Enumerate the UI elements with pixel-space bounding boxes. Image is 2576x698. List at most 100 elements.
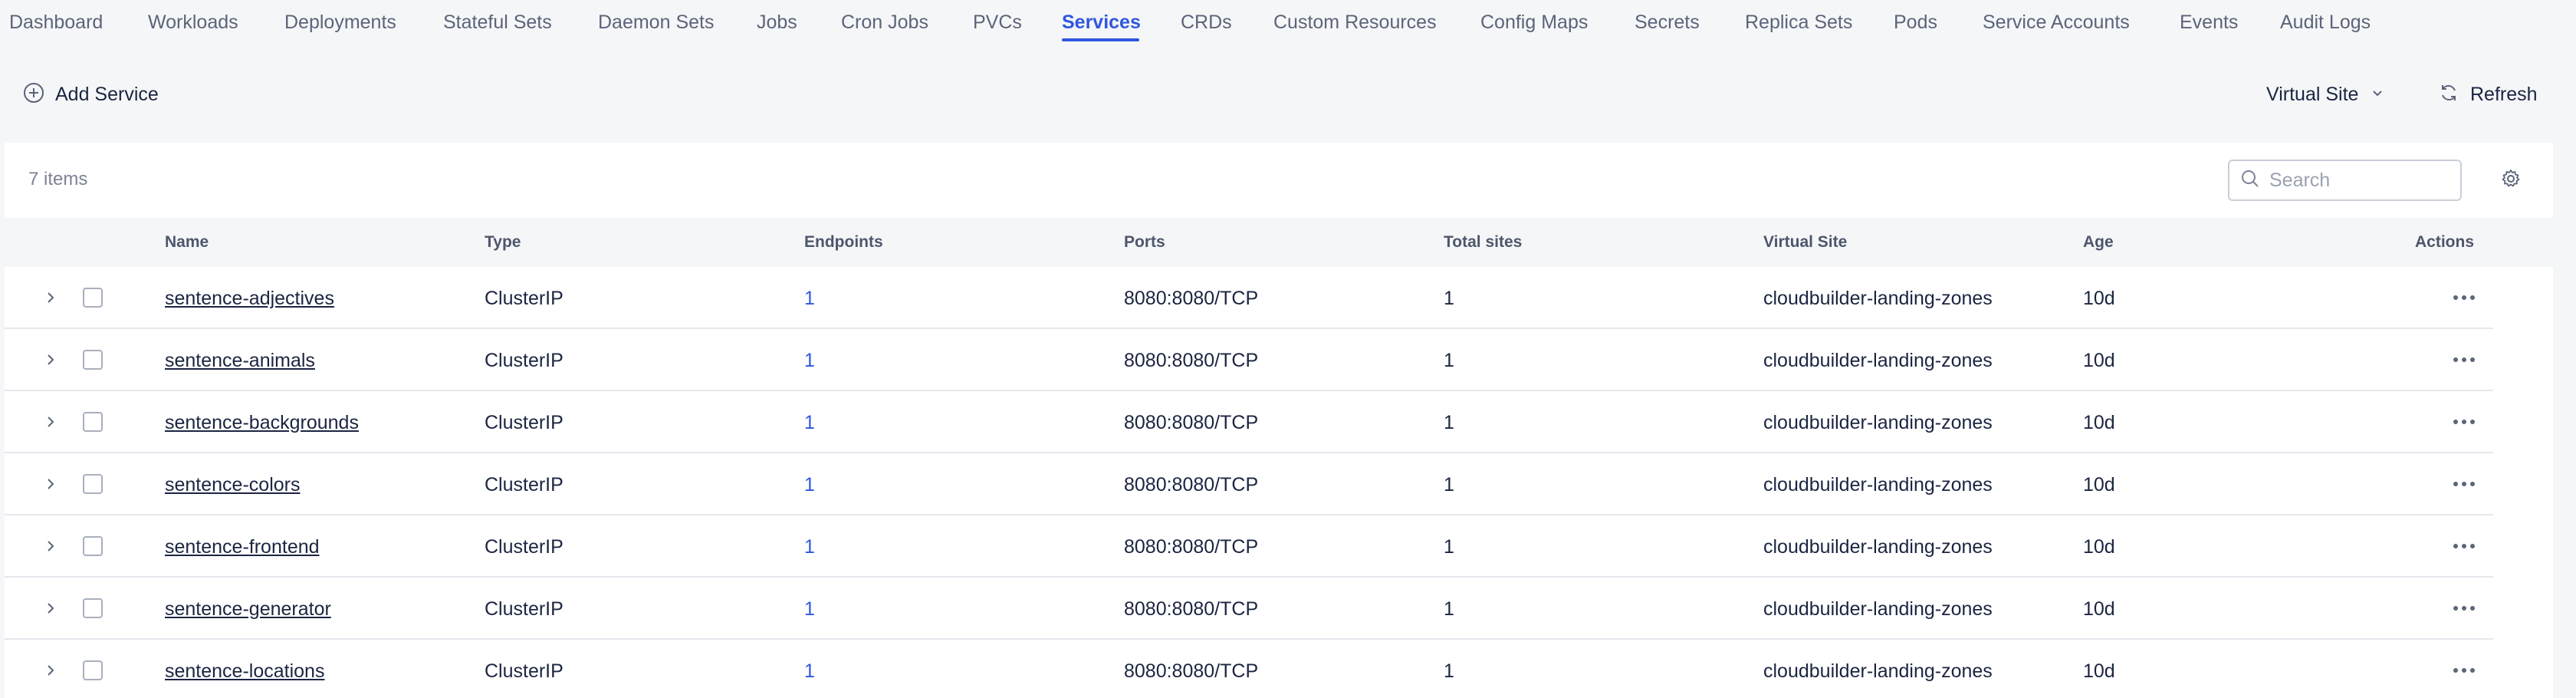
tab-config-maps[interactable]: Config Maps bbox=[1480, 9, 1588, 35]
tab-pods[interactable]: Pods bbox=[1894, 9, 1937, 35]
item-count: 7 items bbox=[28, 169, 88, 189]
tab-workloads[interactable]: Workloads bbox=[148, 9, 238, 35]
expand-row-chevron-icon[interactable] bbox=[41, 475, 60, 493]
endpoints-link[interactable]: 1 bbox=[804, 598, 815, 621]
age-value: 10d bbox=[2083, 412, 2115, 433]
expand-row-chevron-icon[interactable] bbox=[41, 599, 60, 617]
refresh-button[interactable]: Refresh bbox=[2438, 79, 2538, 110]
service-name-link[interactable]: sentence-adjectives bbox=[165, 287, 334, 310]
age-value: 10d bbox=[2083, 350, 2115, 371]
expand-row-chevron-icon[interactable] bbox=[41, 537, 60, 555]
service-name-link[interactable]: sentence-generator bbox=[165, 598, 331, 621]
endpoints-link[interactable]: 1 bbox=[804, 287, 815, 310]
total-sites-value: 1 bbox=[1444, 474, 1454, 496]
tab-crds[interactable]: CRDs bbox=[1181, 9, 1232, 35]
tab-dashboard[interactable]: Dashboard bbox=[9, 9, 103, 35]
service-name-link[interactable]: sentence-colors bbox=[165, 473, 300, 496]
tab-cron-jobs[interactable]: Cron Jobs bbox=[841, 9, 928, 35]
column-header-age[interactable]: Age bbox=[2083, 233, 2114, 252]
service-name-link[interactable]: sentence-locations bbox=[165, 660, 324, 683]
tab-audit-logs[interactable]: Audit Logs bbox=[2280, 9, 2371, 35]
tab-jobs[interactable]: Jobs bbox=[757, 9, 797, 35]
service-type: ClusterIP bbox=[485, 660, 564, 682]
add-service-button[interactable]: Add Service bbox=[23, 79, 159, 110]
table-header: Name Type Endpoints Ports Total sites Vi… bbox=[5, 218, 2553, 267]
active-tab-indicator bbox=[1062, 38, 1139, 41]
endpoints-link[interactable]: 1 bbox=[804, 411, 815, 434]
table-row: sentence-locations ClusterIP 1 8080:8080… bbox=[5, 640, 2493, 698]
virtual-site-dropdown[interactable]: Virtual Site bbox=[2266, 79, 2384, 110]
column-header-type[interactable]: Type bbox=[485, 233, 521, 252]
ports-value: 8080:8080/TCP bbox=[1124, 288, 1259, 309]
row-checkbox[interactable] bbox=[83, 536, 103, 556]
expand-row-chevron-icon[interactable] bbox=[41, 661, 60, 680]
age-value: 10d bbox=[2083, 288, 2115, 309]
gear-icon bbox=[2500, 168, 2522, 193]
endpoints-link[interactable]: 1 bbox=[804, 349, 815, 372]
tab-daemon-sets[interactable]: Daemon Sets bbox=[598, 9, 714, 35]
service-type: ClusterIP bbox=[485, 350, 564, 371]
table-row: sentence-adjectives ClusterIP 1 8080:808… bbox=[5, 267, 2493, 329]
expand-row-chevron-icon[interactable] bbox=[41, 288, 60, 307]
search-input[interactable] bbox=[2269, 169, 2453, 192]
row-actions-ellipsis-icon[interactable] bbox=[2450, 351, 2478, 369]
endpoints-link[interactable]: 1 bbox=[804, 535, 815, 558]
row-checkbox[interactable] bbox=[83, 598, 103, 618]
ports-value: 8080:8080/TCP bbox=[1124, 350, 1259, 371]
service-name-link[interactable]: sentence-frontend bbox=[165, 535, 320, 558]
row-actions-ellipsis-icon[interactable] bbox=[2450, 475, 2478, 493]
total-sites-value: 1 bbox=[1444, 660, 1454, 682]
row-actions-ellipsis-icon[interactable] bbox=[2450, 537, 2478, 555]
services-table-panel: 7 items Name Type Endpoints Ports Total … bbox=[5, 143, 2553, 698]
service-type: ClusterIP bbox=[485, 412, 564, 433]
tab-service-accounts[interactable]: Service Accounts bbox=[1983, 9, 2130, 35]
table-settings-button[interactable] bbox=[2496, 166, 2525, 195]
row-actions-ellipsis-icon[interactable] bbox=[2450, 661, 2478, 680]
plus-circle-icon bbox=[23, 82, 44, 107]
endpoints-link[interactable]: 1 bbox=[804, 473, 815, 496]
tab-deployments[interactable]: Deployments bbox=[284, 9, 396, 35]
tab-stateful-sets[interactable]: Stateful Sets bbox=[443, 9, 552, 35]
virtual-site-value: cloudbuilder-landing-zones bbox=[1763, 474, 1993, 496]
table-row: sentence-backgrounds ClusterIP 1 8080:80… bbox=[5, 391, 2493, 453]
column-header-name[interactable]: Name bbox=[165, 233, 209, 252]
tab-secrets[interactable]: Secrets bbox=[1635, 9, 1700, 35]
column-header-total-sites[interactable]: Total sites bbox=[1444, 233, 1522, 252]
row-actions-ellipsis-icon[interactable] bbox=[2450, 288, 2478, 307]
tab-services[interactable]: Services bbox=[1062, 9, 1141, 35]
column-header-ports[interactable]: Ports bbox=[1124, 233, 1165, 252]
service-type: ClusterIP bbox=[485, 536, 564, 558]
table-row: sentence-frontend ClusterIP 1 8080:8080/… bbox=[5, 515, 2493, 578]
row-checkbox[interactable] bbox=[83, 412, 103, 432]
tab-pvcs[interactable]: PVCs bbox=[973, 9, 1022, 35]
expand-row-chevron-icon[interactable] bbox=[41, 413, 60, 431]
service-type: ClusterIP bbox=[485, 474, 564, 496]
row-checkbox[interactable] bbox=[83, 288, 103, 308]
row-checkbox[interactable] bbox=[83, 474, 103, 494]
tab-replica-sets[interactable]: Replica Sets bbox=[1745, 9, 1852, 35]
search-box[interactable] bbox=[2228, 160, 2462, 201]
age-value: 10d bbox=[2083, 660, 2115, 682]
row-checkbox[interactable] bbox=[83, 350, 103, 370]
row-actions-ellipsis-icon[interactable] bbox=[2450, 413, 2478, 431]
virtual-site-value: cloudbuilder-landing-zones bbox=[1763, 350, 1993, 371]
tab-events[interactable]: Events bbox=[2180, 9, 2238, 35]
column-header-actions: Actions bbox=[2415, 233, 2475, 251]
service-type: ClusterIP bbox=[485, 288, 564, 309]
chevron-down-icon bbox=[2371, 86, 2384, 104]
total-sites-value: 1 bbox=[1444, 598, 1454, 620]
service-name-link[interactable]: sentence-backgrounds bbox=[165, 411, 359, 434]
virtual-site-value: cloudbuilder-landing-zones bbox=[1763, 412, 1993, 433]
row-actions-ellipsis-icon[interactable] bbox=[2450, 599, 2478, 617]
tab-custom-resources[interactable]: Custom Resources bbox=[1273, 9, 1437, 35]
expand-row-chevron-icon[interactable] bbox=[41, 351, 60, 369]
row-checkbox[interactable] bbox=[83, 660, 103, 680]
column-header-endpoints[interactable]: Endpoints bbox=[804, 233, 883, 252]
endpoints-link[interactable]: 1 bbox=[804, 660, 815, 683]
age-value: 10d bbox=[2083, 474, 2115, 496]
service-name-link[interactable]: sentence-animals bbox=[165, 349, 315, 372]
ports-value: 8080:8080/TCP bbox=[1124, 536, 1259, 558]
refresh-icon bbox=[2438, 82, 2459, 107]
column-header-virtual-site[interactable]: Virtual Site bbox=[1763, 233, 1847, 252]
add-service-label: Add Service bbox=[55, 83, 159, 105]
